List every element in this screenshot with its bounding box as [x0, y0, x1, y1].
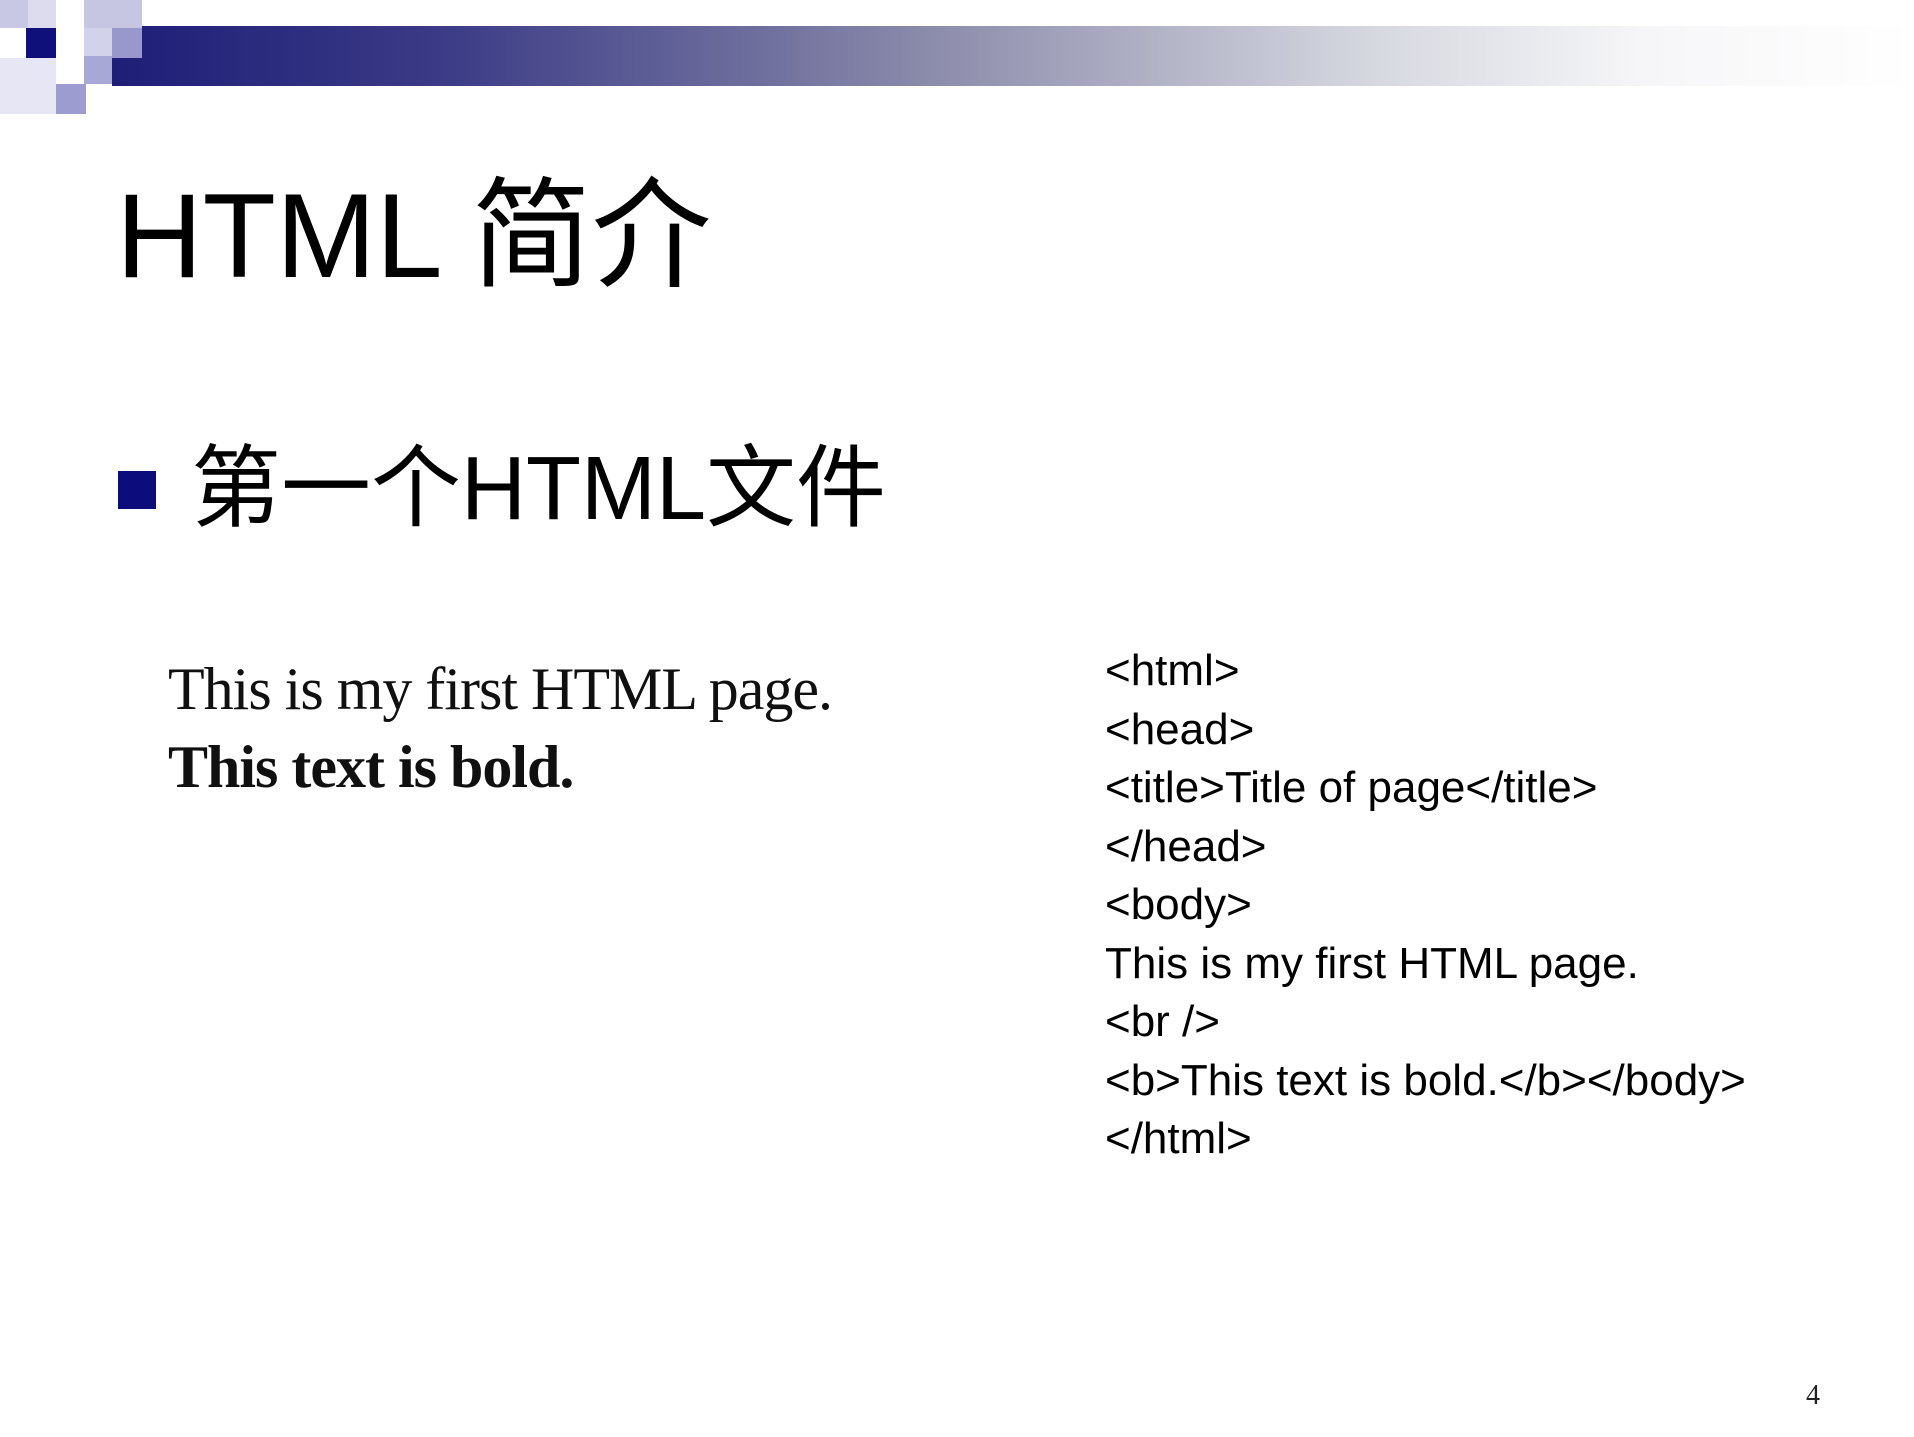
code-line: <b>This text is bold.</b></body> — [1105, 1055, 1746, 1105]
code-line: </head> — [1105, 821, 1267, 871]
html-code-listing: <html> <head> <title>Title of page</titl… — [1105, 642, 1746, 1169]
decorative-square — [0, 58, 56, 114]
preview-line-normal: This is my first HTML page. — [168, 656, 833, 722]
decorative-square — [112, 28, 142, 58]
decorative-square — [26, 28, 56, 58]
preview-line-bold: This text is bold. — [168, 734, 574, 800]
slide-title: HTML 简介 — [116, 169, 712, 303]
code-line: <head> — [1105, 704, 1255, 754]
bullet-item: 第一个HTML文件 — [118, 440, 886, 539]
page-number: 4 — [1806, 1380, 1820, 1411]
code-line: <html> — [1105, 646, 1240, 695]
code-line: This is my first HTML page. — [1105, 938, 1639, 988]
decorative-square — [28, 0, 56, 28]
slide: HTML 简介 第一个HTML文件 This is my first HTML … — [0, 0, 1914, 1437]
bullet-text: 第一个HTML文件 — [191, 439, 886, 539]
decorative-square — [84, 0, 142, 28]
decorative-square — [84, 56, 112, 84]
decorative-square — [84, 28, 112, 56]
rendered-html-preview: This is my first HTML page. This text is… — [168, 650, 833, 806]
decorative-square — [56, 84, 86, 114]
code-line: <br /> — [1105, 997, 1220, 1046]
code-line: <title>Title of page</title> — [1105, 763, 1598, 812]
bullet-square-icon — [118, 470, 156, 509]
code-line: <body> — [1105, 880, 1252, 929]
code-line: </html> — [1105, 1114, 1252, 1163]
header-gradient-band — [112, 26, 1914, 86]
decorative-square — [0, 0, 28, 28]
